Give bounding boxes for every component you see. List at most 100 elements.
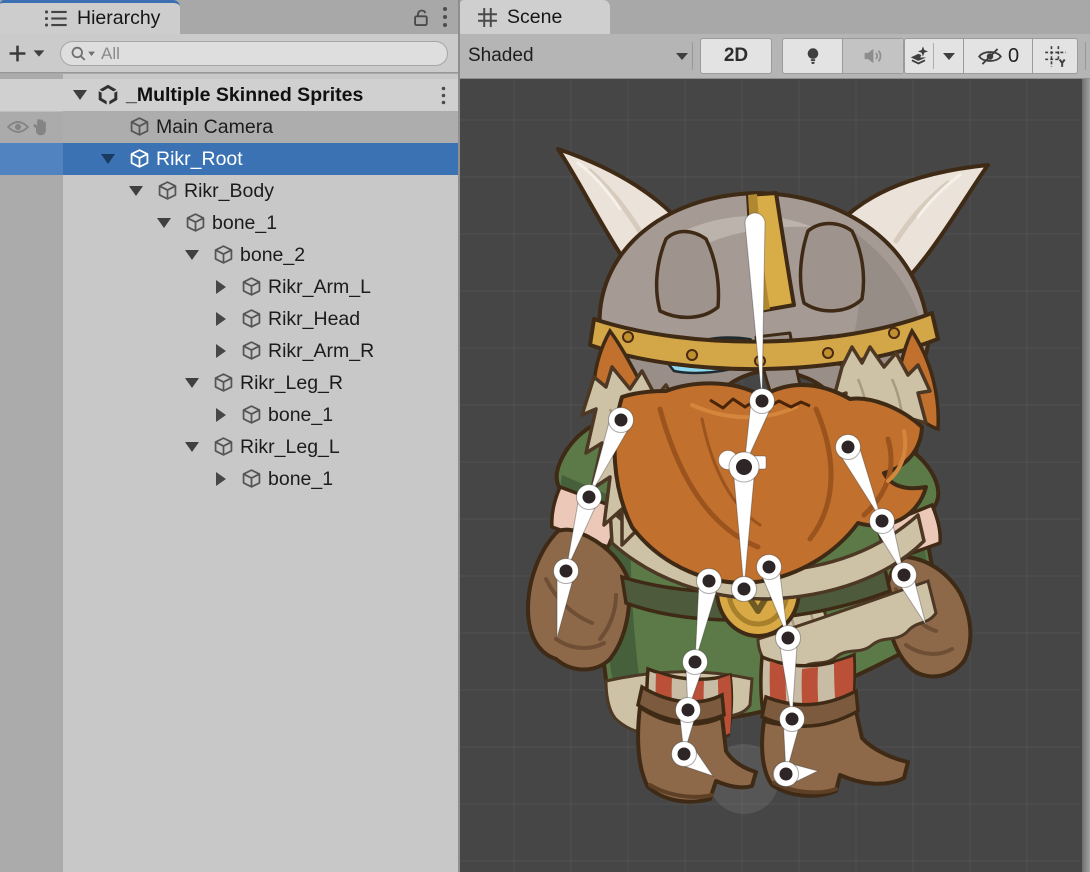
tree-row-Rikr_Arm_R[interactable]: Rikr_Arm_R (0, 335, 458, 367)
kebab-menu-icon[interactable] (442, 6, 448, 28)
bone-joint[interactable] (763, 561, 776, 574)
bone-joint[interactable] (782, 632, 795, 645)
search-input[interactable] (97, 44, 447, 64)
toolbar-separator (1085, 42, 1086, 70)
bone-joint[interactable] (898, 569, 911, 582)
gameobject-cube-icon (185, 212, 206, 233)
gameobject-cube-icon (241, 404, 262, 425)
2d-label: 2D (724, 45, 748, 67)
tree-row-Rikr_Leg_L[interactable]: Rikr_Leg_L (0, 431, 458, 463)
scene-grid-icon (477, 7, 498, 28)
expand-arrow[interactable] (157, 218, 171, 228)
draw-mode-label: Shaded (468, 45, 534, 67)
kebab-menu-icon[interactable] (441, 86, 446, 105)
pickability-hand-icon[interactable] (31, 118, 50, 137)
tree-row-bone_1[interactable]: bone_1 (0, 399, 458, 431)
bone-joint[interactable] (738, 583, 751, 596)
collapse-arrow[interactable] (216, 280, 226, 294)
scene-options-group: 0 (904, 38, 1078, 74)
bone-joint[interactable] (842, 441, 855, 454)
scene-header-row[interactable]: _Multiple Skinned Sprites (0, 79, 458, 112)
gameobject-label: bone_1 (268, 399, 333, 431)
collapse-arrow[interactable] (216, 408, 226, 422)
search-field (60, 41, 448, 66)
tree-row-Rikr_Arm_L[interactable]: Rikr_Arm_L (0, 271, 458, 303)
hierarchy-panel: Hierarchy (0, 0, 458, 872)
gameobject-cube-icon (157, 180, 178, 201)
tree-row-Rikr_Body[interactable]: Rikr_Body (0, 175, 458, 207)
expand-arrow[interactable] (101, 154, 115, 164)
bone-joint[interactable] (678, 748, 691, 761)
hierarchy-tree[interactable]: _Multiple Skinned Sprites Main Camera Ri… (0, 74, 458, 872)
collapse-arrow[interactable] (216, 312, 226, 326)
expand-arrow[interactable] (73, 90, 87, 100)
bone-joint[interactable] (703, 575, 716, 588)
gameobject-label: Rikr_Body (184, 175, 274, 207)
gameobject-label: Rikr_Leg_R (240, 367, 343, 399)
gameobject-cube-icon (241, 276, 262, 297)
gameobject-cube-icon (241, 308, 262, 329)
bone-joint[interactable] (583, 491, 596, 504)
scene-audio-button[interactable] (842, 39, 903, 73)
visibility-eye-icon[interactable] (7, 119, 29, 135)
gameobject-label: bone_1 (268, 463, 333, 495)
collapse-arrow[interactable] (216, 344, 226, 358)
chevron-down-icon (676, 53, 688, 60)
bone-joint[interactable] (560, 565, 573, 578)
scene-effects-button[interactable] (905, 39, 933, 73)
tree-row-Rikr_Leg_R[interactable]: Rikr_Leg_R (0, 367, 458, 399)
bone-joint[interactable] (876, 515, 889, 528)
tab-scene[interactable]: Scene (460, 0, 610, 34)
chevron-down-icon (34, 50, 45, 56)
tree-row-bone_1[interactable]: bone_1 (0, 463, 458, 495)
window-edge (1082, 79, 1090, 872)
hierarchy-toolbar (0, 34, 458, 73)
draw-mode-dropdown[interactable]: Shaded (468, 38, 692, 74)
bone-joint[interactable] (786, 713, 799, 726)
plus-icon (8, 44, 27, 63)
unity-scene-icon (97, 84, 119, 106)
hidden-objects-button[interactable]: 0 (964, 39, 1032, 73)
bone-joint[interactable] (780, 768, 793, 781)
bone-joint[interactable] (615, 414, 628, 427)
scene-panel: Scene Shaded 2D (460, 0, 1090, 872)
expand-arrow[interactable] (185, 378, 199, 388)
tree-row-bone_2[interactable]: bone_2 (0, 239, 458, 271)
bone-joint[interactable] (736, 459, 752, 475)
tree-row-Rikr_Root[interactable]: Rikr_Root (0, 143, 458, 175)
scene-tabbar: Scene (460, 0, 1090, 34)
tree-row-bone_1[interactable]: bone_1 (0, 207, 458, 239)
scene-viewport[interactable] (460, 79, 1090, 872)
tree-row-Rikr_Head[interactable]: Rikr_Head (0, 303, 458, 335)
expand-arrow[interactable] (185, 442, 199, 452)
hierarchy-tabbar: Hierarchy (0, 0, 458, 34)
effects-sparkle-icon (908, 45, 930, 67)
gameobject-label: Rikr_Arm_L (268, 271, 371, 303)
hidden-count: 0 (1008, 45, 1019, 68)
scene-tab-title: Scene (507, 6, 562, 29)
bone-joint[interactable] (756, 395, 769, 408)
expand-arrow[interactable] (129, 186, 143, 196)
gameobject-label: bone_2 (240, 239, 305, 271)
bone-joint[interactable] (682, 704, 695, 717)
search-icon (70, 45, 97, 62)
hierarchy-tab-title: Hierarchy (77, 7, 160, 30)
expand-arrow[interactable] (185, 250, 199, 260)
collapse-arrow[interactable] (216, 472, 226, 486)
tree-row-Main Camera[interactable]: Main Camera (0, 111, 458, 143)
unlock-icon[interactable] (411, 7, 432, 28)
eye-slash-icon (977, 47, 1003, 66)
bone-joint[interactable] (689, 656, 702, 669)
gameobject-label: Rikr_Head (268, 303, 360, 335)
gameobject-label: Rikr_Leg_L (240, 431, 340, 463)
hierarchy-list-icon (44, 9, 68, 28)
gameobject-label: Rikr_Arm_R (268, 335, 374, 367)
2d-toggle-button[interactable]: 2D (700, 38, 772, 74)
gameobject-cube-icon (241, 340, 262, 361)
scene-name-label: _Multiple Skinned Sprites (126, 79, 363, 111)
effects-dropdown-button[interactable] (934, 39, 963, 73)
create-gameobject-button[interactable] (8, 40, 54, 66)
tab-hierarchy[interactable]: Hierarchy (0, 0, 180, 34)
grid-visibility-button[interactable] (1033, 39, 1077, 73)
scene-lighting-button[interactable] (783, 39, 842, 73)
